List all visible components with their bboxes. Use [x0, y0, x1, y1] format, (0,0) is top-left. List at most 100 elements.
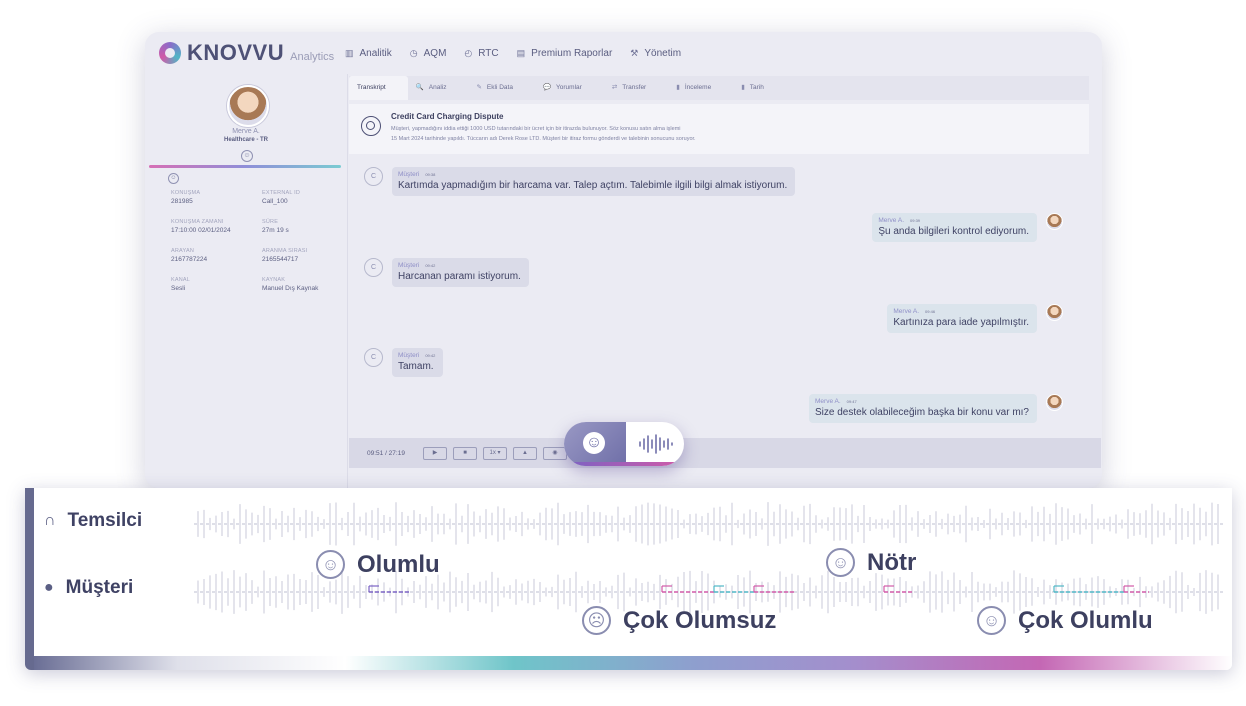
sad-face-icon: ☹	[582, 606, 611, 635]
tab-4[interactable]: ⇄ Transfer	[604, 76, 668, 100]
gradient-strip	[34, 656, 1232, 670]
message-meta: Merve A. 09:47	[815, 398, 1029, 405]
summary-line: 15 Mart 2024 tarihinde yapıldı. Tüccarın…	[391, 136, 696, 142]
nav-label: Yönetim	[644, 48, 682, 59]
sentiment-view-button[interactable]: ☺	[564, 422, 626, 466]
detail-value: 17:10:00 02/01/2024	[171, 227, 231, 234]
customer-track-label: ● Müşteri	[44, 577, 133, 599]
nav-item-0[interactable]: ▥ Analitik	[345, 48, 392, 59]
message-time: 09:47	[846, 399, 857, 404]
tab-bar: Transkript 🔍 Analiz ✎ Ekli Data 💬 Yorumlar ⇄ Tra…	[349, 76, 1089, 100]
tab-3[interactable]: 💬 Yorumlar	[535, 76, 604, 100]
customer-message: C Müşteri 09:42 Harcanan paramı istiyorum.	[364, 258, 529, 287]
detail-field: Konuşma Zamanı 17:10:00 02/01/2024	[171, 219, 251, 234]
customer-avatar-icon: C	[364, 348, 383, 367]
message-meta: Müşteri 09:42	[398, 262, 521, 269]
nav-item-3[interactable]: ▤ Premium Raporlar	[517, 48, 613, 59]
tab-label: Analiz	[428, 84, 447, 91]
detail-field: Süre 27m 19 s	[262, 219, 342, 234]
detail-value: 2165544717	[262, 256, 299, 263]
tab-icon: ⇄	[611, 84, 618, 91]
happy-face-icon: ☺	[977, 606, 1006, 635]
detail-value: 281985	[171, 198, 193, 205]
message-sender: Merve A.	[815, 398, 841, 405]
detail-label: Kaynak	[262, 277, 286, 283]
timer-icon: ◴	[464, 48, 473, 58]
smile-icon: ☺	[168, 173, 179, 184]
detail-label: Konuşma	[171, 190, 201, 196]
logo-text: KNOVVU	[187, 40, 285, 65]
tab-label: Transfer	[622, 84, 647, 91]
detail-value: Manuel Dış Kaynak	[262, 285, 319, 292]
sentiment-very-positive: ☺ Çok Olumlu	[977, 606, 1153, 635]
message-time: 09:39	[910, 218, 921, 223]
detail-field: Arayan 2167787224	[171, 248, 251, 263]
message-sender: Müşteri	[398, 262, 420, 269]
logo-subtitle: Analytics	[290, 51, 335, 63]
call-summary: Credit Card Charging Dispute Müşteri, ya…	[349, 104, 1089, 154]
tab-1[interactable]: 🔍 Analiz	[408, 76, 469, 100]
main-nav: ▥ Analitik ◷ AQM ◴ RTC ▤ Premium Raporlar ⚒ Yönet…	[345, 48, 681, 59]
tab-icon: 🔍	[415, 84, 424, 91]
agent-avatar	[1046, 304, 1063, 321]
customer-avatar-icon: C	[364, 167, 383, 186]
tab-2[interactable]: ✎ Ekli Data	[468, 76, 534, 100]
report-icon: ▤	[516, 48, 526, 58]
clock-icon: ◷	[409, 48, 418, 58]
tab-icon: ▮	[676, 84, 680, 91]
message-bubble: Müşteri 09:38 Kartımda yapmadığım bir harc…	[392, 167, 796, 196]
tab-label: Ekli Data	[486, 84, 513, 91]
play-button[interactable]: ▶	[423, 447, 447, 460]
message-text: Harcanan paramı istiyorum.	[398, 271, 521, 282]
nav-label: RTC	[478, 48, 499, 59]
playback-time: 09:51 / 27:19	[367, 450, 405, 457]
message-time: 09:42	[425, 353, 436, 358]
tab-0[interactable]: Transkript	[349, 76, 408, 100]
nav-item-2[interactable]: ◴ RTC	[464, 48, 498, 59]
message-bubble: Müşteri 09:42 Harcanan paramı istiyorum.	[392, 258, 529, 287]
agent-name: Merve A.	[232, 128, 260, 135]
message-bubble: Merve A. 09:39 Şu anda bilgileri kontrol e…	[872, 213, 1037, 242]
message-meta: Merve A. 09:39	[878, 217, 1029, 224]
upload-button[interactable]: ▲	[513, 447, 537, 460]
sentiment-label: Olumlu	[357, 550, 440, 578]
detail-value: 27m 19 s	[262, 227, 289, 234]
speed-button[interactable]: 1x ▾	[483, 447, 507, 460]
nav-item-4[interactable]: ⚒ Yönetim	[630, 48, 681, 59]
neutral-face-icon: ☺	[826, 548, 855, 577]
waveform-card: ∩ Temsilci ● Müşteri ☺ Olumlu ☺ Nötr ☹ Ç…	[25, 488, 1232, 670]
chart-icon: ▥	[345, 48, 354, 58]
sentiment-label: Nötr	[867, 548, 917, 576]
agent-track-label: ∩ Temsilci	[44, 510, 142, 532]
nav-item-1[interactable]: ◷ AQM	[410, 48, 447, 59]
nav-label: Premium Raporlar	[531, 48, 613, 59]
tab-5[interactable]: ▮ İnceleme	[668, 76, 733, 100]
detail-label: Aranma Sırası	[262, 248, 308, 254]
audio-player: 09:51 / 27:19 ▶ ■ 1x ▾ ▲ ◉	[349, 438, 1101, 468]
headset-icon: ∩	[44, 512, 56, 529]
agent-avatar	[1046, 213, 1063, 230]
detail-label: Arayan	[171, 248, 195, 254]
sentiment-gradient-bar	[149, 165, 341, 168]
nav-label: AQM	[423, 48, 447, 59]
smile-icon: ☺	[241, 150, 253, 162]
stop-button[interactable]: ■	[453, 447, 477, 460]
view-toggle[interactable]: ☺	[564, 422, 684, 466]
detail-label: External ID	[262, 190, 301, 196]
message-text: Tamam.	[398, 361, 434, 372]
ai-summary-icon	[361, 116, 381, 136]
agent-panel: Merve A. Healthcare - TR ☺ ☺ Konuşma 2819…	[145, 74, 348, 488]
message-meta: Merve A. 09:46	[893, 308, 1029, 315]
detail-value: Sesli	[171, 285, 186, 292]
agent-message: Merve A. 09:39 Şu anda bilgileri kontrol e…	[872, 213, 1063, 242]
tab-6[interactable]: ▮ Tarih	[733, 76, 786, 100]
message-text: Size destek olabileceğim başka bir konu …	[815, 407, 1029, 418]
nav-label: Analitik	[359, 48, 392, 59]
detail-label: Süre	[262, 219, 279, 225]
waveform-icon[interactable]	[636, 433, 676, 455]
sentiment-label: Çok Olumlu	[1018, 606, 1153, 634]
tab-icon: ✎	[476, 84, 482, 91]
message-sender: Merve A.	[878, 217, 905, 224]
agent-department: Healthcare - TR	[223, 137, 268, 143]
agent-message: Merve A. 09:46 Kartınıza para iade yapılmı…	[887, 304, 1063, 333]
